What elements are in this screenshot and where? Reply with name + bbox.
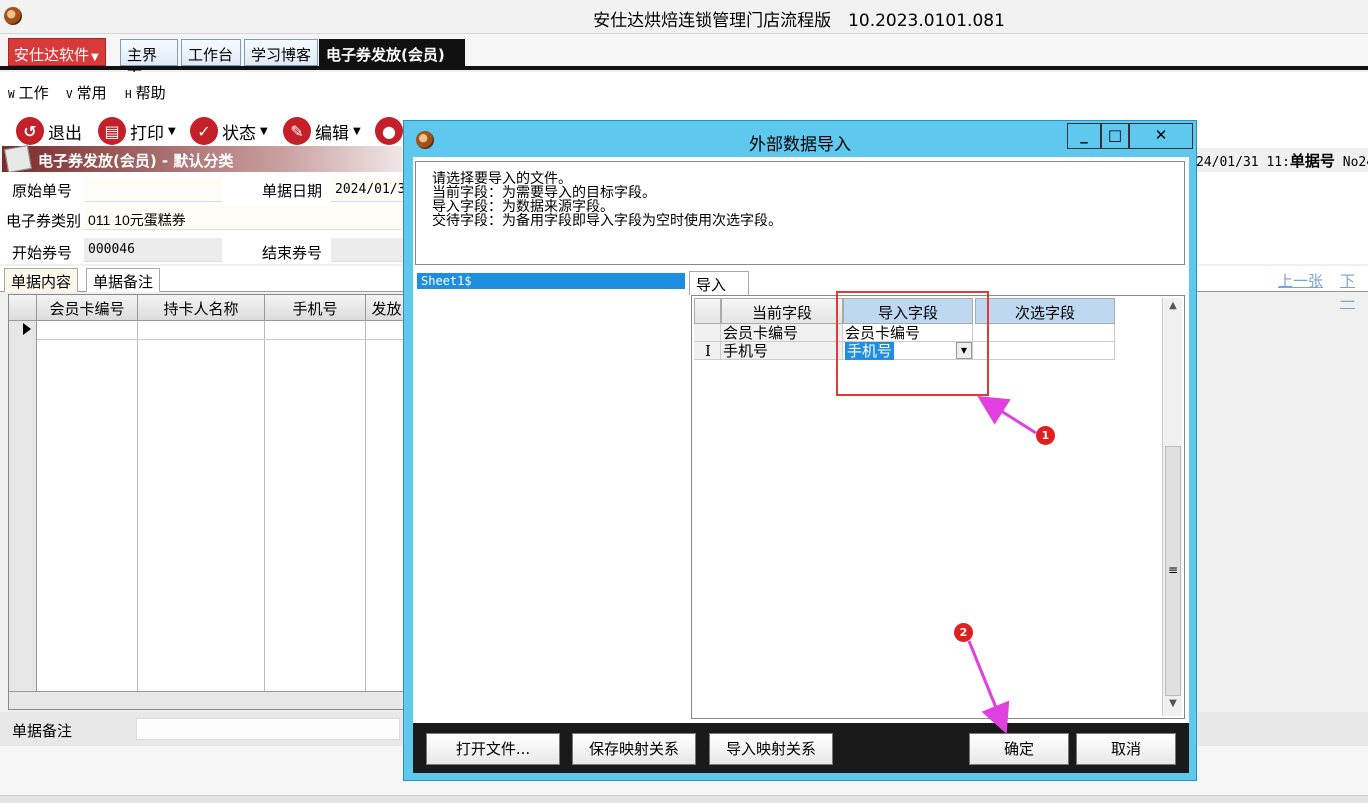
annotation-badge-2: 2: [954, 623, 973, 642]
annotation-badge-1: 1: [1036, 426, 1055, 445]
annotation-arrow-1: [977, 396, 1037, 435]
annotation-arrow-2: [967, 640, 1010, 734]
annotation-arrows: [967, 396, 1037, 734]
